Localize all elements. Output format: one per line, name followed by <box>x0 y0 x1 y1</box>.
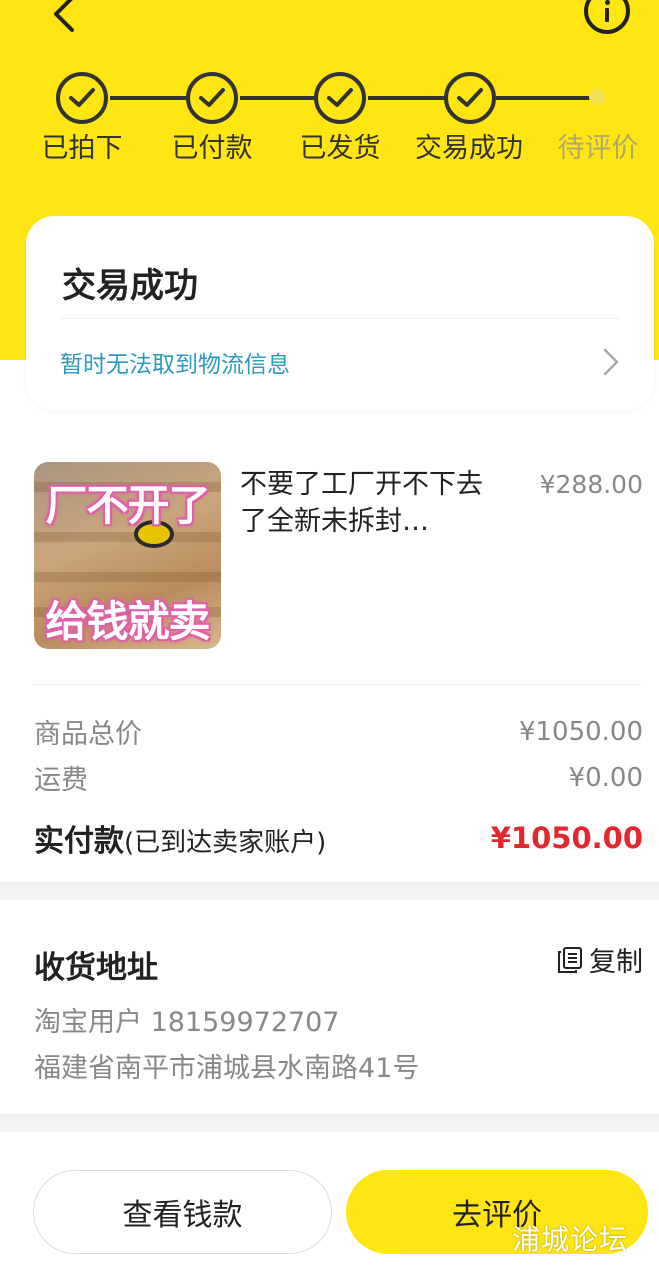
divider <box>60 318 620 319</box>
back-button[interactable] <box>46 0 82 34</box>
product-image[interactable]: 厂不开了 给钱就卖 <box>34 462 221 649</box>
logistics-row[interactable]: 暂时无法取到物流信息 <box>60 340 620 384</box>
step-check-icon <box>314 72 366 124</box>
product-title[interactable]: 不要了工厂开不下去了全新未拆封… <box>240 466 490 540</box>
step-label: 已发货 <box>299 133 381 164</box>
step-label: 已拍下 <box>41 133 123 164</box>
fee-label: 运费 <box>34 765 88 796</box>
fee-value: ¥0.00 <box>568 762 643 793</box>
product-price: ¥288.00 <box>539 470 643 499</box>
watermark: 浦城论坛 <box>512 1223 629 1256</box>
fee-row-total: 商品总价 ¥1050.00 <box>34 712 643 751</box>
address-title: 收货地址 <box>34 950 158 986</box>
address-detail: 福建省南平市浦城县水南路41号 <box>34 1053 420 1084</box>
status-card: 交易成功 暂时无法取到物流信息 <box>26 216 654 410</box>
address-section: 收货地址 复制 淘宝用户 18159972707 福建省南平市浦城县水南路41号 <box>0 900 659 1114</box>
copy-label: 复制 <box>589 947 643 978</box>
chevron-right-icon <box>603 348 619 376</box>
copy-button[interactable]: 复制 <box>557 940 643 979</box>
status-title: 交易成功 <box>62 266 198 306</box>
progress-line <box>496 96 590 100</box>
view-money-button[interactable]: 查看钱款 <box>33 1170 332 1254</box>
divider <box>34 684 641 685</box>
fee-row-paid: 实付款(已到达卖家账户) ¥1050.00 <box>34 816 643 860</box>
fee-value: ¥1050.00 <box>518 716 643 747</box>
fee-label: 商品总价 <box>34 719 142 750</box>
step-check-icon <box>186 72 238 124</box>
progress-line <box>368 96 446 100</box>
step-label: 待评价 <box>557 133 639 164</box>
paid-value: ¥1050.00 <box>490 821 643 855</box>
step-label: 交易成功 <box>415 133 523 164</box>
info-icon <box>605 0 610 5</box>
step-pending-dot <box>589 89 605 105</box>
chevron-left-icon <box>54 0 74 32</box>
paid-note: (已到达卖家账户) <box>124 828 327 858</box>
step-check-icon <box>444 72 496 124</box>
step-label: 已付款 <box>171 133 253 164</box>
paid-label: 实付款(已到达卖家账户) <box>34 824 327 859</box>
product-image-caption: 给钱就卖 <box>45 597 210 646</box>
order-progress: 已拍下 已付款 已发货 交易成功 待评价 <box>0 68 659 168</box>
address-name-phone: 淘宝用户 18159972707 <box>34 1007 340 1038</box>
step-check-icon <box>56 72 108 124</box>
product-image-caption: 厂不开了 <box>45 481 210 530</box>
progress-line <box>110 96 190 100</box>
logistics-text: 暂时无法取到物流信息 <box>60 352 290 378</box>
fee-row-shipping: 运费 ¥0.00 <box>34 758 643 797</box>
copy-icon <box>558 946 582 973</box>
progress-line <box>240 96 318 100</box>
